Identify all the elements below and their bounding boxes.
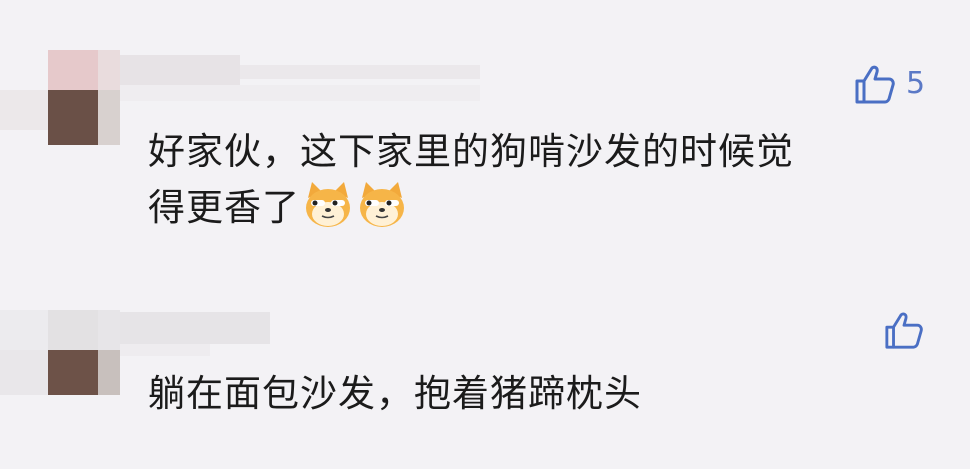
- comment-text-line: 躺在面包沙发，抱着猪蹄枕头: [148, 372, 642, 415]
- like-button[interactable]: [884, 310, 934, 350]
- comment-text: 躺在面包沙发，抱着猪蹄枕头: [148, 368, 642, 420]
- comment-item: 躺在面包沙发，抱着猪蹄枕头: [0, 290, 970, 469]
- like-count: 5: [906, 66, 926, 101]
- comment-item: 5 好家伙，这下家里的狗啃沙发的时候觉 得更香了: [0, 0, 970, 290]
- doge-emoji: [356, 178, 408, 244]
- blurred-avatar[interactable]: [0, 310, 120, 420]
- comment-text-line: 得更香了: [148, 178, 794, 244]
- like-button[interactable]: 5: [854, 64, 925, 104]
- blurred-avatar[interactable]: [0, 50, 120, 160]
- thumbs-up-icon: [854, 64, 896, 104]
- comment-text: 好家伙，这下家里的狗啃沙发的时候觉 得更香了: [148, 126, 794, 244]
- blurred-username: [120, 55, 480, 115]
- doge-emoji: [302, 178, 354, 244]
- thumbs-up-icon: [884, 310, 924, 350]
- blurred-username: [120, 312, 270, 362]
- comment-text-line: 好家伙，这下家里的狗啃沙发的时候觉: [148, 130, 794, 173]
